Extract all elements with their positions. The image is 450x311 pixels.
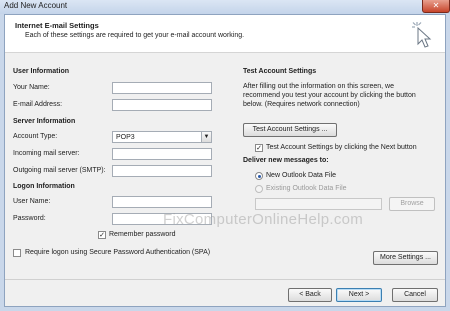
test-account-settings-button[interactable]: Test Account Settings ... xyxy=(243,123,337,137)
user-name-label: User Name: xyxy=(13,198,51,205)
spa-checkbox[interactable] xyxy=(13,249,21,257)
email-input[interactable] xyxy=(112,99,212,111)
server-info-heading: Server Information xyxy=(13,118,76,125)
test-on-next-label: Test Account Settings by clicking the Ne… xyxy=(266,144,417,151)
incoming-server-input[interactable] xyxy=(112,148,212,160)
check-icon: ✓ xyxy=(256,145,262,152)
account-type-select[interactable]: POP3 ▼ xyxy=(112,131,212,143)
dialog-header: Internet E-mail Settings Each of these s… xyxy=(5,15,445,53)
close-button[interactable]: ✕ xyxy=(422,0,450,13)
window-title: Add New Account xyxy=(4,1,68,10)
test-description-line1: After filling out the information on thi… xyxy=(243,83,394,90)
user-info-heading: User Information xyxy=(13,68,70,75)
account-type-label: Account Type: xyxy=(13,133,58,140)
new-data-file-radio[interactable] xyxy=(255,172,263,180)
incoming-server-label: Incoming mail server: xyxy=(13,150,80,157)
email-label: E-mail Address: xyxy=(13,101,63,108)
outgoing-server-label: Outgoing mail server (SMTP): xyxy=(13,167,106,174)
spa-label: Require logon using Secure Password Auth… xyxy=(25,249,211,256)
password-label: Password: xyxy=(13,215,46,222)
remember-password-label: Remember password xyxy=(109,231,176,238)
close-icon: ✕ xyxy=(432,1,440,10)
header-subtitle: Each of these settings are required to g… xyxy=(25,32,245,39)
cursor-click-icon xyxy=(412,22,432,48)
back-button[interactable]: < Back xyxy=(288,288,332,302)
check-icon: ✓ xyxy=(99,232,105,239)
chevron-down-icon: ▼ xyxy=(201,132,211,142)
existing-data-file-radio[interactable] xyxy=(255,185,263,193)
test-settings-heading: Test Account Settings xyxy=(243,68,317,75)
remember-password-checkbox[interactable]: ✓ xyxy=(98,231,106,239)
footer-divider xyxy=(5,279,445,280)
next-button[interactable]: Next > xyxy=(336,288,382,302)
browse-button[interactable]: Browse xyxy=(389,197,435,211)
logon-info-heading: Logon Information xyxy=(13,183,75,190)
test-description-line3: below. (Requires network connection) xyxy=(243,101,360,108)
title-bar: Add New Account ✕ xyxy=(0,0,450,14)
existing-data-file-path xyxy=(255,198,382,210)
dialog-client: Internet E-mail Settings Each of these s… xyxy=(4,14,446,307)
existing-data-file-label: Existing Outlook Data File xyxy=(266,185,347,192)
test-on-next-checkbox[interactable]: ✓ xyxy=(255,144,263,152)
header-title: Internet E-mail Settings xyxy=(15,21,99,30)
user-name-input[interactable] xyxy=(112,196,212,208)
outgoing-server-input[interactable] xyxy=(112,165,212,177)
new-data-file-label: New Outlook Data File xyxy=(266,172,337,179)
account-type-value: POP3 xyxy=(116,134,135,141)
delivery-heading: Deliver new messages to: xyxy=(243,157,329,164)
your-name-input[interactable] xyxy=(112,82,212,94)
your-name-label: Your Name: xyxy=(13,84,50,91)
test-description-line2: recommend you test your account by click… xyxy=(243,92,416,99)
watermark: FixComputerOnlineHelp.com xyxy=(163,211,364,228)
cancel-button[interactable]: Cancel xyxy=(392,288,438,302)
more-settings-button[interactable]: More Settings ... xyxy=(373,251,438,265)
